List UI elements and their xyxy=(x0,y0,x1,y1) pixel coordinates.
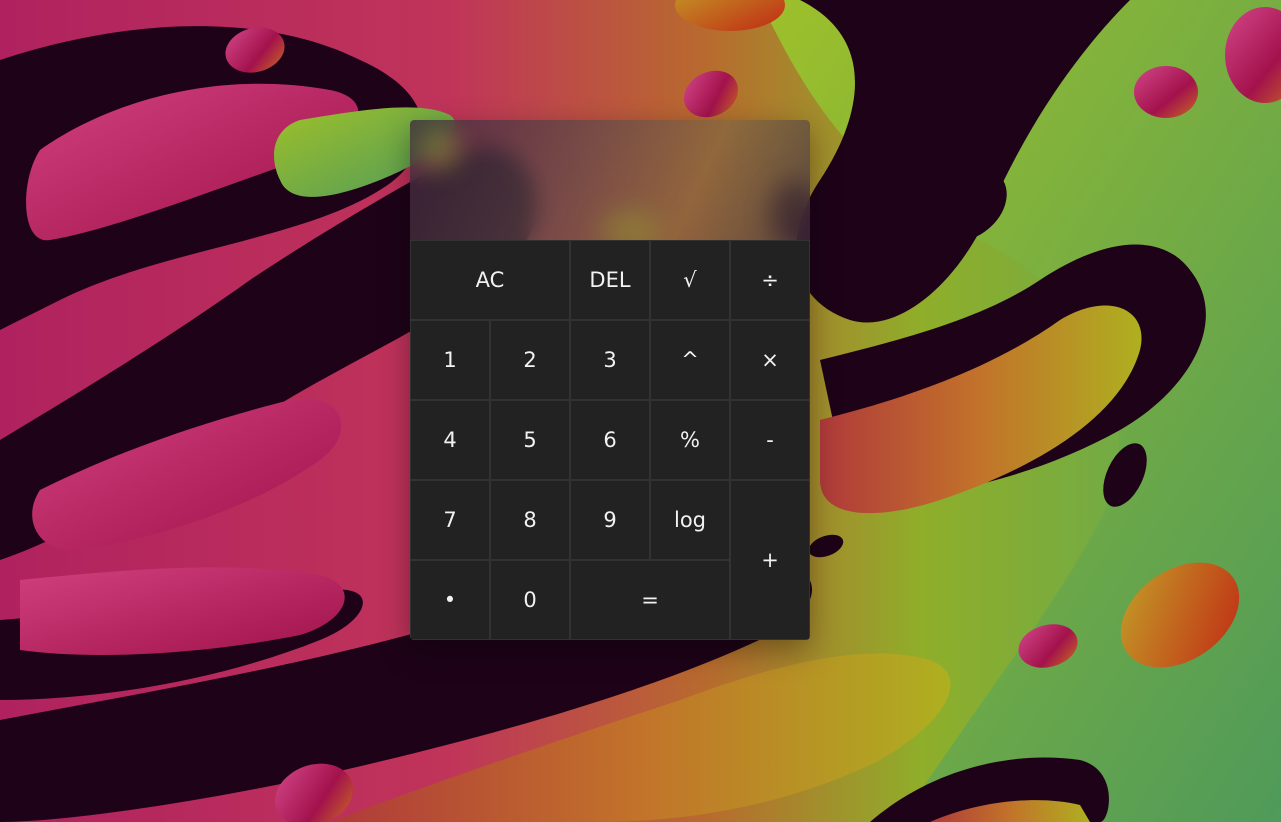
digit-3-button[interactable]: 3 xyxy=(570,320,650,400)
decimal-button[interactable]: • xyxy=(410,560,490,640)
digit-7-button[interactable]: 7 xyxy=(410,480,490,560)
clear-all-button[interactable]: AC xyxy=(410,240,570,320)
sqrt-button[interactable]: √ xyxy=(650,240,730,320)
calculator: AC DEL √ ÷ 1 2 3 ^ × 4 5 6 % - 7 8 9 log… xyxy=(410,120,810,640)
digit-8-button[interactable]: 8 xyxy=(490,480,570,560)
digit-4-button[interactable]: 4 xyxy=(410,400,490,480)
delete-button[interactable]: DEL xyxy=(570,240,650,320)
add-button[interactable]: + xyxy=(730,480,810,640)
divide-button[interactable]: ÷ xyxy=(730,240,810,320)
digit-5-button[interactable]: 5 xyxy=(490,400,570,480)
equals-button[interactable]: = xyxy=(570,560,730,640)
power-button[interactable]: ^ xyxy=(650,320,730,400)
digit-9-button[interactable]: 9 xyxy=(570,480,650,560)
keypad: AC DEL √ ÷ 1 2 3 ^ × 4 5 6 % - 7 8 9 log… xyxy=(410,240,810,640)
subtract-button[interactable]: - xyxy=(730,400,810,480)
digit-6-button[interactable]: 6 xyxy=(570,400,650,480)
log-button[interactable]: log xyxy=(650,480,730,560)
multiply-button[interactable]: × xyxy=(730,320,810,400)
display-glow xyxy=(420,130,460,170)
calculator-display xyxy=(410,120,810,250)
percent-button[interactable]: % xyxy=(650,400,730,480)
digit-2-button[interactable]: 2 xyxy=(490,320,570,400)
digit-1-button[interactable]: 1 xyxy=(410,320,490,400)
digit-0-button[interactable]: 0 xyxy=(490,560,570,640)
